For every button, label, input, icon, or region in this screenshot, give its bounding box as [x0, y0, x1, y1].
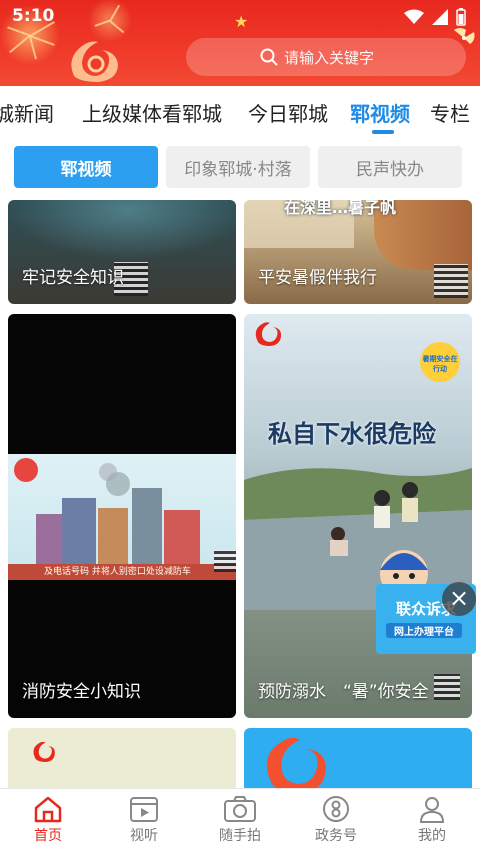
floating-ad-subtitle: 网上办理平台	[386, 623, 462, 638]
subtab-yun-video[interactable]: 郓视频	[14, 146, 158, 188]
app-logo-icon	[71, 41, 118, 82]
status-bar: 5:10	[0, 0, 480, 32]
signal-icon	[432, 9, 448, 25]
nav-label: 政务号	[315, 828, 357, 844]
video-overlay-text: 及电话号码 并将人别密口处设减防车	[44, 567, 191, 577]
qr-code	[214, 550, 236, 572]
tab-today-yuncheng[interactable]: 今日郓城	[248, 98, 328, 127]
user-icon	[419, 797, 445, 823]
close-icon[interactable]: ×	[442, 582, 476, 616]
search-bar[interactable]: 请输入关键字	[186, 38, 466, 76]
tab-yuncheng-news[interactable]: 城新闻	[0, 98, 54, 127]
tab-superior-media[interactable]: 上级媒体看郓城	[82, 98, 222, 127]
search-icon	[260, 48, 278, 66]
video-title: 预防溺水 “暑”你安全	[258, 682, 429, 702]
government-account-icon	[323, 796, 349, 822]
buildings-illustration-icon	[8, 458, 236, 580]
subtab-public-voice[interactable]: 民声快办	[318, 146, 462, 188]
nav-government[interactable]: 政务号	[288, 795, 384, 845]
video-overlay-text: 在深里…暑子帆	[284, 200, 397, 217]
nav-label: 首页	[34, 828, 62, 844]
search-placeholder: 请输入关键字	[284, 48, 375, 67]
tab-columns[interactable]: 专栏	[430, 98, 470, 127]
status-time: 5:10	[12, 6, 55, 26]
tab-yun-video[interactable]: 郓视频	[350, 98, 410, 127]
camera-icon	[224, 796, 256, 822]
nav-audio-video[interactable]: 视听	[96, 795, 192, 845]
nav-snapshot[interactable]: 随手拍	[192, 795, 288, 845]
qr-code	[434, 674, 460, 700]
fan-decoration-icon	[454, 28, 475, 44]
video-title: 消防安全小知识	[22, 682, 141, 702]
video-card-fire-safety[interactable]: 及电话号码 并将人别密口处设减防车 消防安全小知识	[8, 314, 236, 718]
app-logo-icon	[266, 737, 326, 794]
nav-label: 视听	[130, 828, 158, 844]
qr-code	[434, 264, 468, 298]
nav-profile[interactable]: 我的	[384, 795, 480, 845]
video-icon	[130, 797, 158, 822]
sub-tab-bar: 郓视频 印象郓城·村落 民声快办	[0, 146, 480, 188]
bottom-nav-bar: 首页 视听 随手拍 政务号 我的	[0, 788, 480, 854]
video-title: 牢记安全知识	[22, 268, 124, 288]
nav-label: 随手拍	[219, 828, 261, 844]
home-icon	[34, 796, 62, 823]
video-card-safe-summer[interactable]: 在深里…暑子帆 平安暑假伴我行	[244, 200, 472, 304]
wifi-icon	[404, 9, 424, 24]
battery-icon	[456, 8, 466, 26]
app-logo-icon	[33, 741, 55, 762]
nav-home[interactable]: 首页	[0, 795, 96, 845]
video-title: 平安暑假伴我行	[258, 268, 377, 288]
app-logo-icon	[255, 322, 281, 346]
top-banner: ★ 5:10 请输入关键字	[0, 0, 480, 86]
nav-label: 我的	[418, 828, 446, 844]
active-tab-indicator	[372, 130, 394, 134]
video-overlay-text: 私自下水很危险	[268, 420, 436, 448]
video-thumbnail: 及电话号码 并将人别密口处设减防车	[8, 454, 236, 580]
campaign-badge: 暑期安全在行动	[420, 342, 460, 382]
channel-tab-bar: 城新闻 上级媒体看郓城 今日郓城 郓视频 专栏	[0, 86, 480, 136]
video-card-safety-knowledge[interactable]: 牢记安全知识	[8, 200, 236, 304]
video-card-drowning-prevention[interactable]: 暑期安全在行动 私自下水很危险 预防溺水 “暑”你安全	[244, 314, 472, 718]
subtab-impression-villages[interactable]: 印象郓城·村落	[166, 146, 310, 188]
